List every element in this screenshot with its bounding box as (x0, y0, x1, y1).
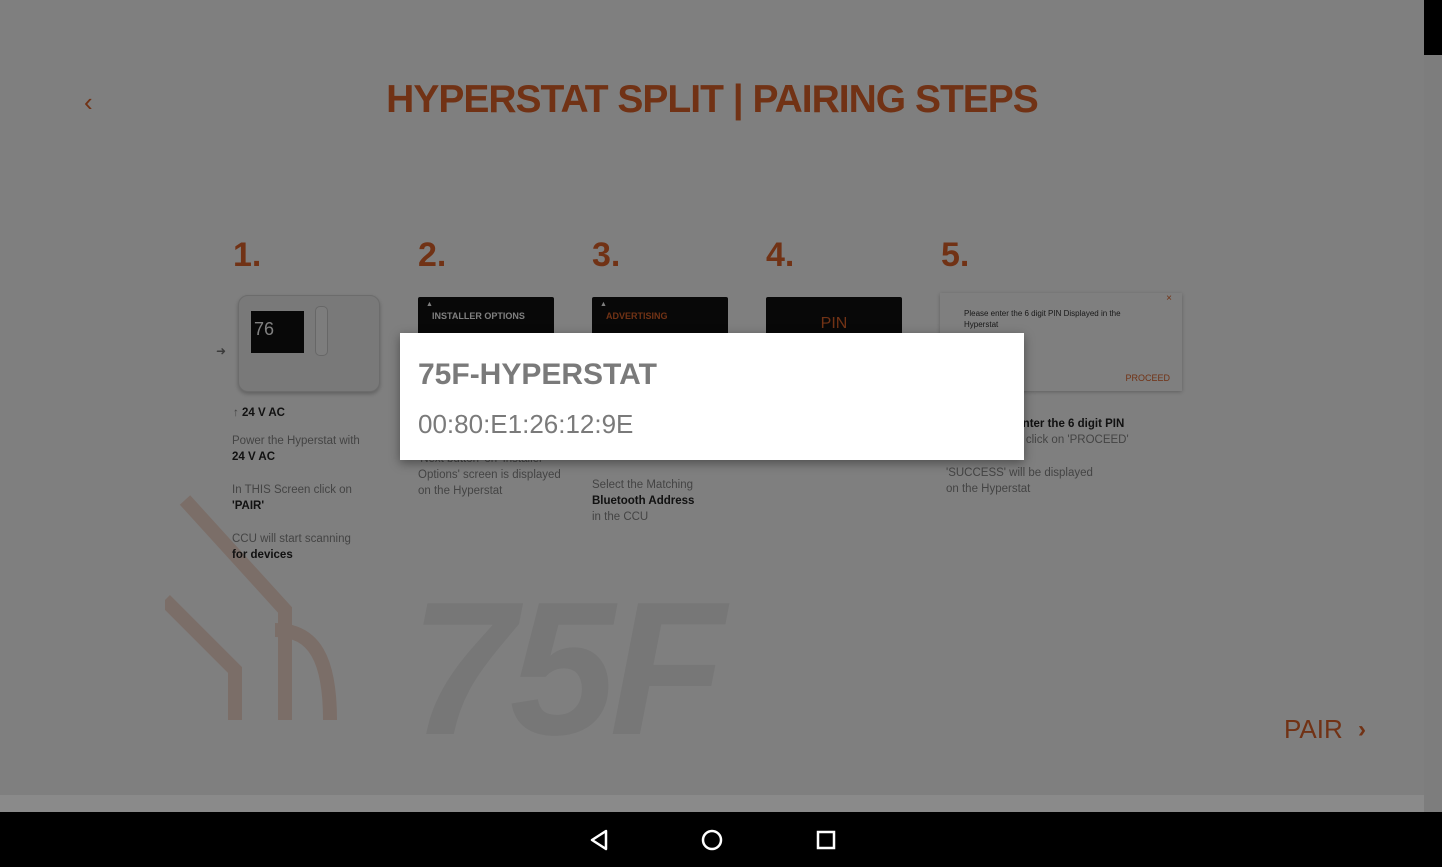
device-address-item[interactable]: 00:80:E1:26:12:9E (418, 409, 633, 440)
screen-bottom-edge (0, 795, 1424, 812)
back-triangle-icon[interactable] (586, 826, 614, 854)
device-list-dialog: 75F-HYPERSTAT 00:80:E1:26:12:9E (400, 333, 1024, 460)
recents-square-icon[interactable] (812, 826, 840, 854)
screen-edge (1424, 0, 1442, 812)
home-circle-icon[interactable] (698, 826, 726, 854)
device-name-item[interactable]: 75F-HYPERSTAT (418, 358, 657, 392)
status-corner (1424, 0, 1442, 55)
android-navigation-bar (0, 812, 1442, 867)
pairing-screen: ‹ HYPERSTAT SPLIT | PAIRING STEPS 75F 1.… (0, 0, 1424, 795)
